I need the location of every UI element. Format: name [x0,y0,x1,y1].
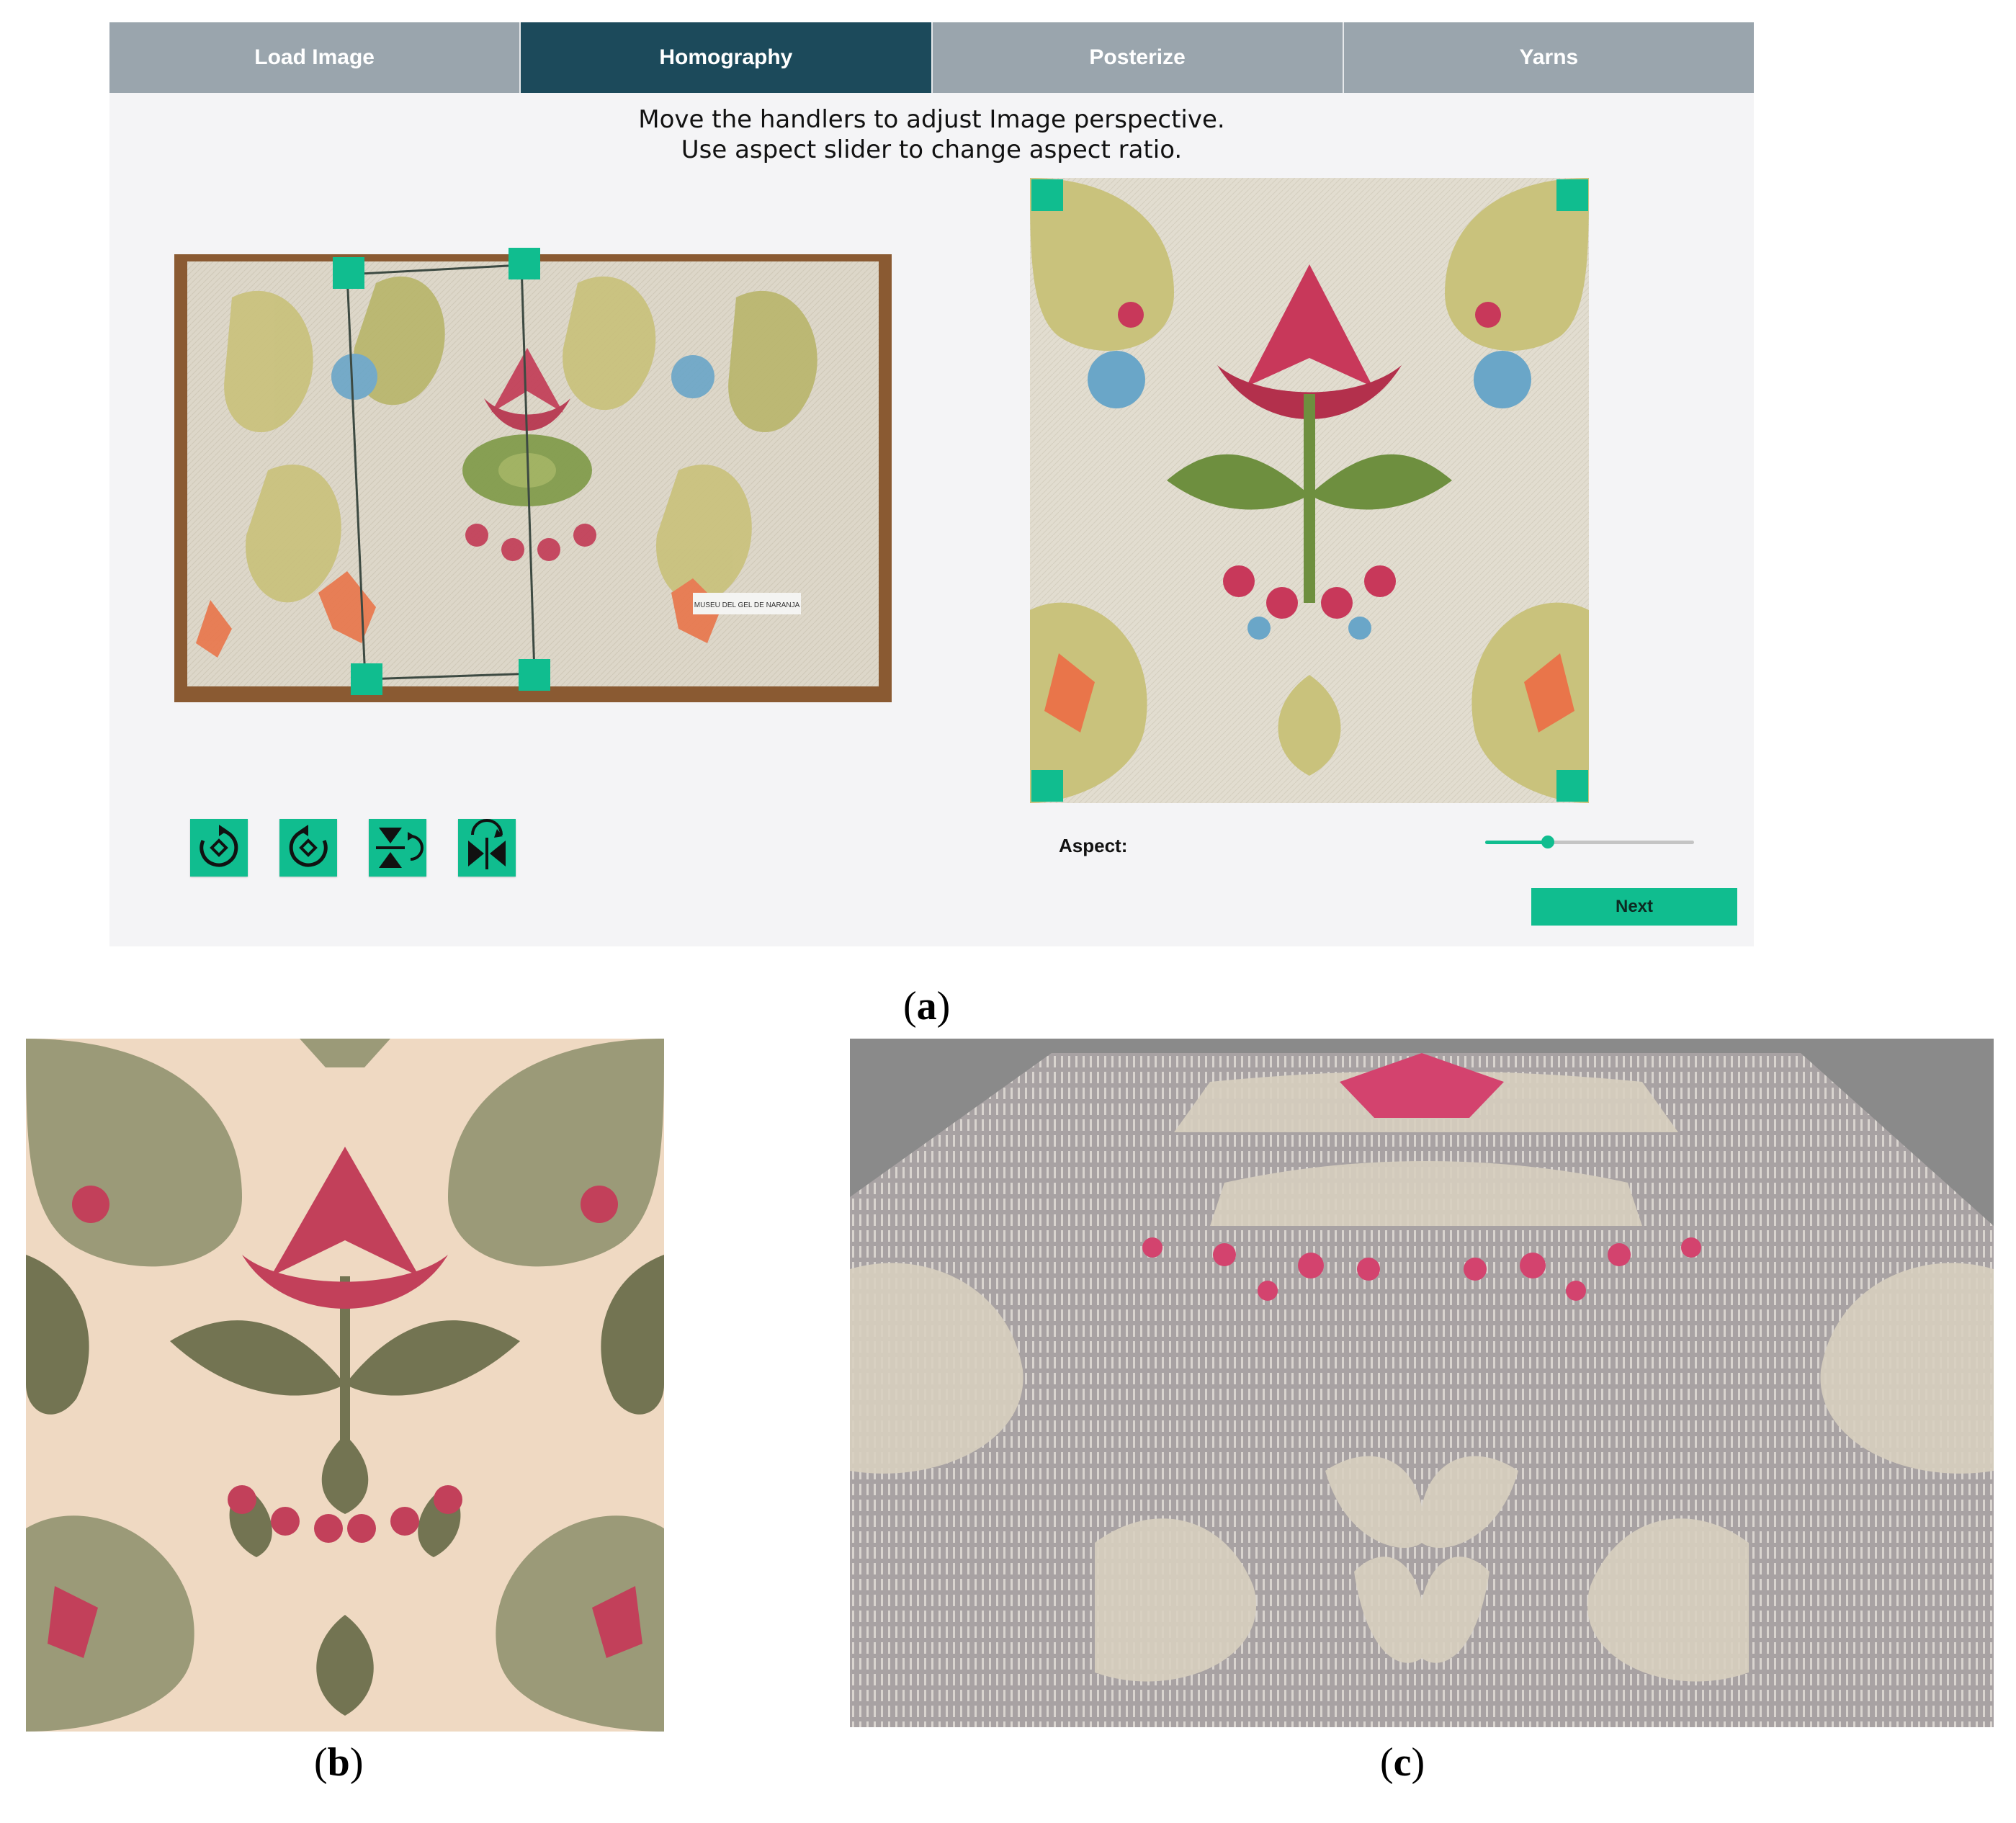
crop-handle-top-right[interactable] [1556,179,1588,211]
crop-handle-top-left[interactable] [1031,179,1063,211]
caption-b: (b) [314,1740,364,1785]
next-button[interactable]: Next [1531,888,1737,926]
perspective-handle-bottom-right[interactable] [519,659,550,691]
instruction-line-2: Use aspect slider to change aspect ratio… [681,135,1183,164]
perspective-handle-top-right[interactable] [509,248,540,279]
source-fabric-photo: MUSEU DEL GEL DE NARANJA [174,254,892,702]
aspect-slider-fill [1485,841,1548,844]
rotate-clockwise-icon [200,825,238,867]
3d-woven-fabric-render [850,1039,1994,1727]
step-tabs: Load Image Homography Posterize Yarns [109,22,1754,93]
posterized-pattern-image [26,1039,664,1732]
tab-posterize[interactable]: Posterize [932,22,1344,93]
homography-app-window: Load Image Homography Posterize Yarns Mo… [109,22,1754,946]
flip-vertical-icon [376,828,424,868]
perspective-handle-bottom-left[interactable] [351,663,382,695]
flip-vertical-button[interactable] [369,819,426,877]
flip-horizontal-button[interactable] [458,819,516,877]
rotate-clockwise-button[interactable] [190,819,248,877]
crop-handle-bottom-left[interactable] [1031,770,1063,802]
caption-a: (a) [903,984,951,1029]
rotate-counterclockwise-icon [289,825,328,867]
crop-handle-bottom-right[interactable] [1556,770,1588,802]
flip-horizontal-icon [468,819,506,869]
tab-yarns[interactable]: Yarns [1343,22,1754,93]
caption-c: (c) [1380,1740,1425,1785]
tab-homography[interactable]: Homography [521,22,933,93]
rectified-fabric-preview [1030,178,1589,803]
aspect-slider[interactable] [1485,832,1694,852]
aspect-slider-thumb[interactable] [1541,836,1554,848]
tab-load-image[interactable]: Load Image [109,22,521,93]
museum-tag-text: MUSEU DEL GEL DE NARANJA [694,601,800,609]
aspect-label: Aspect: [1059,835,1128,856]
instruction-line-1: Move the handlers to adjust Image perspe… [638,105,1225,134]
perspective-handle-top-left[interactable] [333,257,364,289]
rotate-counterclockwise-button[interactable] [279,819,337,877]
